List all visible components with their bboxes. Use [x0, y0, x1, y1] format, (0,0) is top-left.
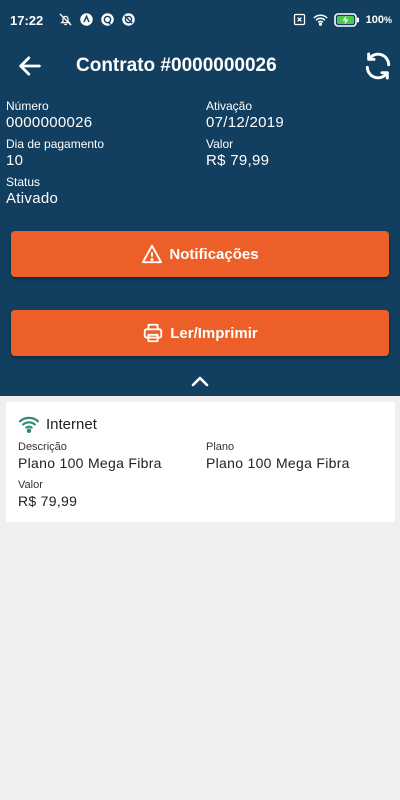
field-valor: Valor R$ 79,99 [206, 137, 269, 170]
dia-pagamento-value: 10 [6, 152, 24, 169]
battery-charging-icon [333, 12, 359, 27]
field-numero: Número 0000000026 [6, 99, 92, 132]
valor-label: Valor [206, 137, 234, 151]
field-ativacao: Ativação 07/12/2019 [206, 99, 284, 132]
app-notification-icon [80, 13, 93, 26]
printer-icon [144, 323, 163, 343]
page-title: Contrato #0000000026 [76, 55, 277, 76]
status-bar: 17:22 100% [0, 0, 400, 42]
plano-value: Plano 100 Mega Fibra [206, 455, 350, 471]
ativacao-label: Ativação [206, 99, 253, 113]
arrow-left-icon[interactable] [16, 52, 44, 80]
warning-icon [142, 244, 163, 264]
ativacao-value: 07/12/2019 [206, 114, 285, 131]
notificacoes-button[interactable]: Notificações [11, 231, 389, 277]
status-time: 17:22 [10, 13, 44, 28]
field-descricao: Descrição Plano 100 Mega Fibra [18, 440, 162, 472]
dia-pagamento-label: Dia de pagamento [6, 137, 105, 151]
no-sim-icon [293, 13, 305, 26]
ler-imprimir-label: Ler/Imprimir [170, 324, 258, 342]
wifi-icon [18, 416, 40, 433]
descricao-label: Descrição [18, 441, 67, 453]
service-valor-value: R$ 79,99 [18, 493, 78, 509]
contract-header-panel: 17:22 100% Contrato #0000000026 Número 0… [0, 0, 400, 396]
vpn-icon [122, 13, 135, 26]
status-icons-right: 100% [292, 12, 392, 27]
status-icons-left [58, 12, 136, 27]
field-service-valor: Valor R$ 79,99 [18, 478, 77, 510]
field-status: Status Ativado [6, 175, 58, 208]
status-value: Ativado [6, 190, 59, 207]
notifications-off-icon [59, 13, 72, 26]
status-label: Status [6, 175, 41, 189]
wifi-icon [313, 14, 328, 26]
descricao-value: Plano 100 Mega Fibra [18, 455, 162, 471]
numero-value: 0000000026 [6, 114, 93, 131]
refresh-icon[interactable] [362, 50, 394, 82]
chevron-up-icon[interactable] [188, 372, 212, 390]
notificacoes-label: Notificações [169, 245, 259, 263]
numero-label: Número [6, 99, 49, 113]
battery-percent: 100% [365, 13, 392, 26]
service-card-header: Internet [18, 415, 97, 433]
service-title: Internet [46, 415, 97, 433]
service-card[interactable]: Internet Descrição Plano 100 Mega Fibra … [6, 402, 395, 522]
field-plano: Plano Plano 100 Mega Fibra [206, 440, 350, 472]
field-dia-pagamento: Dia de pagamento 10 [6, 137, 104, 170]
valor-value: R$ 79,99 [206, 152, 270, 169]
service-valor-label: Valor [18, 479, 43, 491]
ler-imprimir-button[interactable]: Ler/Imprimir [11, 310, 389, 356]
sync-icon [101, 13, 114, 26]
app-bar: Contrato #0000000026 [0, 44, 400, 88]
plano-label: Plano [206, 441, 235, 453]
